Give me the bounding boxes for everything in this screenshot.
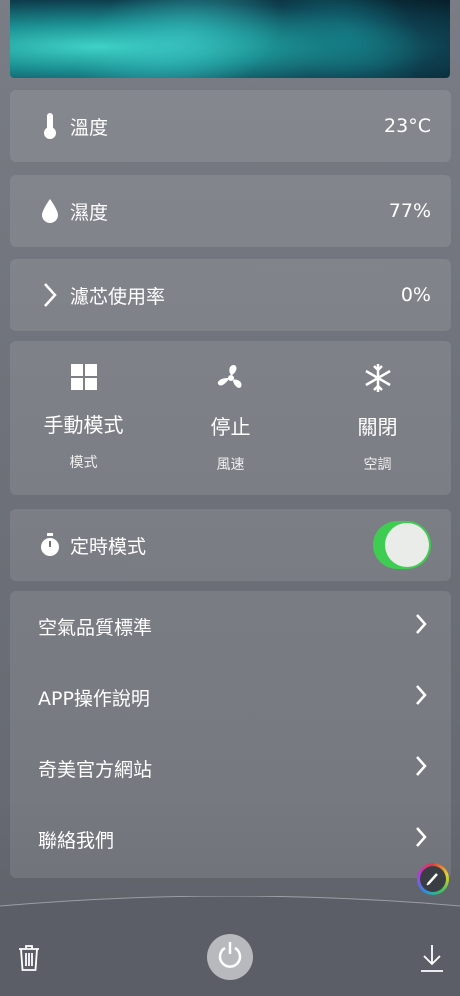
temperature-value: 23°C bbox=[384, 115, 431, 137]
chevron-right-icon bbox=[415, 684, 427, 711]
humidity-card: 濕度 77% bbox=[10, 175, 451, 247]
link-app-guide[interactable]: APP操作說明 bbox=[10, 662, 451, 733]
mode-subtitle: 空調 bbox=[363, 457, 392, 473]
humidity-label: 濕度 bbox=[70, 201, 109, 224]
power-button[interactable] bbox=[207, 934, 253, 980]
filter-value: 0% bbox=[400, 284, 431, 306]
modes-panel: 手動模式 模式 停止 風速 關閉 空調 bbox=[10, 341, 451, 495]
mode-title: 停止 bbox=[210, 415, 251, 439]
chevron-right-icon bbox=[415, 755, 427, 782]
link-label: 奇美官方網站 bbox=[38, 759, 153, 781]
toggle-knob bbox=[385, 523, 429, 567]
humidity-value: 77% bbox=[388, 200, 431, 222]
filter-label: 濾芯使用率 bbox=[70, 285, 166, 308]
links-panel: 空氣品質標準 APP操作說明 奇美官方網站 聯絡我們 bbox=[10, 591, 451, 878]
chevron-right-icon bbox=[415, 613, 427, 640]
chevron-right-icon bbox=[40, 281, 60, 309]
fan-speed-button[interactable]: 停止 風速 bbox=[157, 341, 304, 495]
aircon-button[interactable]: 關閉 空調 bbox=[304, 341, 451, 495]
mode-title: 關閉 bbox=[357, 415, 398, 439]
timer-card: 定時模式 bbox=[10, 509, 451, 581]
power-icon bbox=[217, 940, 243, 974]
pen-icon bbox=[420, 866, 446, 892]
link-label: APP操作說明 bbox=[38, 688, 150, 710]
mode-subtitle: 風速 bbox=[216, 457, 245, 473]
mode-manual-button[interactable]: 手動模式 模式 bbox=[10, 341, 157, 495]
filter-card[interactable]: 濾芯使用率 0% bbox=[10, 259, 451, 331]
mode-title: 手動模式 bbox=[43, 413, 124, 437]
download-icon[interactable] bbox=[420, 944, 444, 976]
trash-icon[interactable] bbox=[18, 944, 40, 976]
temperature-label: 溫度 bbox=[70, 116, 109, 139]
link-contact-us[interactable]: 聯絡我們 bbox=[10, 804, 451, 875]
chevron-right-icon bbox=[415, 826, 427, 853]
mode-subtitle: 模式 bbox=[69, 455, 98, 471]
header-image bbox=[10, 0, 450, 78]
link-label: 空氣品質標準 bbox=[38, 617, 153, 639]
thermometer-icon bbox=[40, 112, 60, 140]
water-drop-icon bbox=[40, 197, 60, 225]
link-air-quality[interactable]: 空氣品質標準 bbox=[10, 591, 451, 662]
grid-icon bbox=[70, 363, 98, 395]
stopwatch-icon bbox=[40, 531, 60, 559]
fan-icon bbox=[216, 363, 246, 397]
link-official-site[interactable]: 奇美官方網站 bbox=[10, 733, 451, 804]
temperature-card: 溫度 23°C bbox=[10, 90, 451, 162]
link-label: 聯絡我們 bbox=[38, 830, 115, 852]
timer-label: 定時模式 bbox=[70, 535, 147, 558]
snowflake-icon bbox=[363, 363, 393, 397]
edit-fab-button[interactable] bbox=[417, 863, 449, 895]
timer-toggle[interactable] bbox=[373, 521, 431, 569]
